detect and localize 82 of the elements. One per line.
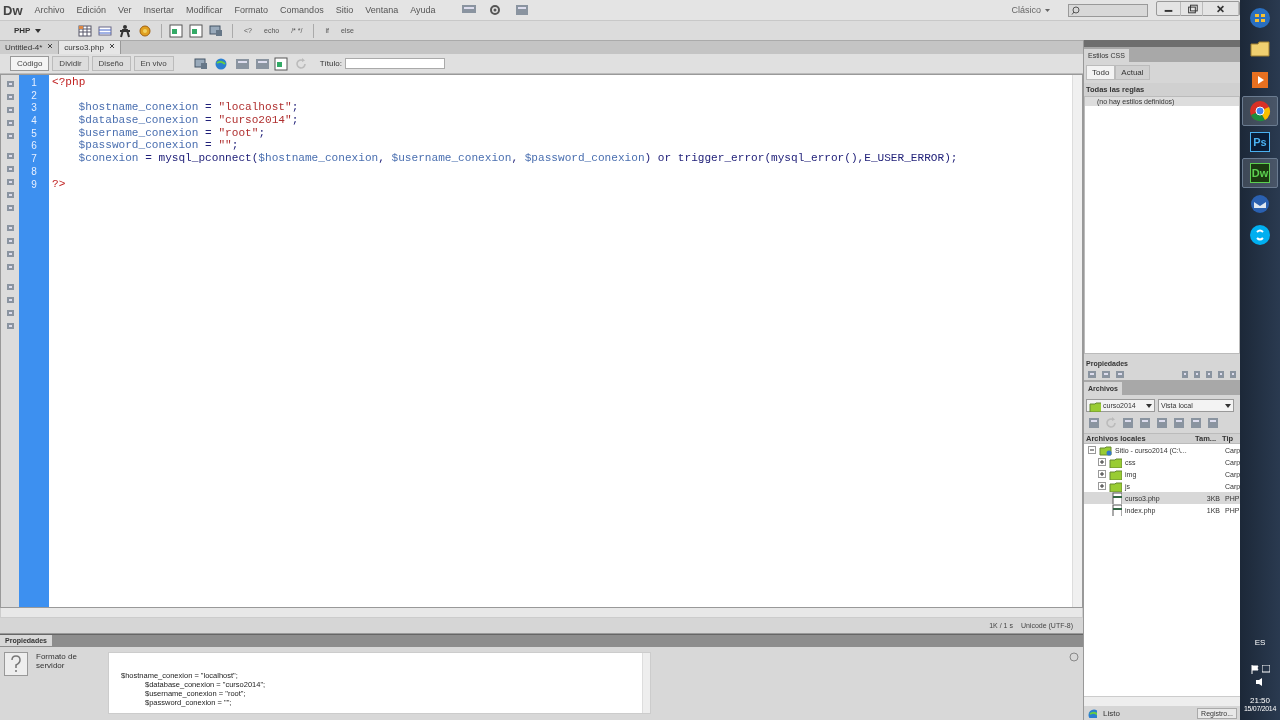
- app-logo: Dw: [3, 2, 23, 18]
- code-line: <?php: [52, 76, 86, 89]
- menu-item[interactable]: Archivo: [28, 5, 71, 15]
- line-number: 1: [30, 77, 38, 90]
- menu-item[interactable]: Sitio: [329, 5, 360, 15]
- code-line: $hostname_conexion = "localhost";: [77, 101, 299, 115]
- status-text: Listo: [1103, 708, 1120, 718]
- search-icon: [1071, 5, 1080, 15]
- window-icon[interactable]: [189, 23, 205, 38]
- help-button[interactable]: [4, 652, 28, 676]
- view-button[interactable]: Dividir: [52, 56, 89, 71]
- view-button[interactable]: Código: [10, 56, 50, 71]
- folder-icon: [1089, 399, 1101, 412]
- caret-icon: [1225, 403, 1231, 408]
- site-folder-icon: [1099, 444, 1112, 456]
- format-label: Formato de servidor: [36, 652, 78, 672]
- menu-item[interactable]: Insertar: [137, 5, 181, 15]
- close-icon[interactable]: [47, 43, 54, 49]
- category-dropdown[interactable]: PHP: [14, 26, 74, 35]
- start-icon[interactable]: [1249, 7, 1271, 29]
- title-field[interactable]: [344, 58, 445, 69]
- file-icon: [1110, 492, 1122, 504]
- monitor-icon[interactable]: [209, 23, 225, 38]
- dreamweaver-icon[interactable]: Dw: [1250, 163, 1270, 183]
- line-number: 6: [30, 140, 38, 154]
- volume-icon[interactable]: [1255, 678, 1265, 686]
- code-line: $password_conexion = "";: [77, 139, 239, 153]
- menu-item[interactable]: Edición: [70, 5, 113, 15]
- refresh-icon[interactable]: [1104, 416, 1118, 430]
- document-tab[interactable]: curso3.php: [59, 41, 121, 54]
- folder-icon: [1109, 468, 1122, 480]
- clock-time: 21:50: [1250, 696, 1270, 705]
- code-line: $database_conexion = "curso2014";: [77, 114, 299, 127]
- file-icon: [1110, 504, 1122, 516]
- view-button[interactable]: Diseño: [91, 56, 131, 71]
- scrollbar[interactable]: [642, 653, 650, 713]
- table-icon[interactable]: [78, 23, 94, 38]
- folder-icon[interactable]: [1249, 38, 1271, 60]
- line-number: 5: [30, 127, 38, 141]
- scrollbar[interactable]: [1084, 696, 1240, 706]
- mail-icon[interactable]: [1249, 193, 1271, 215]
- collapse-icon[interactable]: [1088, 446, 1096, 454]
- menu-item[interactable]: Modificar: [180, 5, 229, 15]
- photoshop-icon[interactable]: Ps: [1250, 132, 1270, 152]
- view-button[interactable]: En vivo: [133, 56, 174, 71]
- caret-icon: [1045, 8, 1050, 12]
- line-number: 8: [30, 165, 38, 179]
- help-icon[interactable]: [1069, 652, 1079, 662]
- line-number: 3: [30, 102, 38, 116]
- folder-icon: [1109, 456, 1122, 468]
- scrollbar[interactable]: [0, 608, 1083, 618]
- line-number: 7: [30, 153, 38, 166]
- network-icon[interactable]: [1261, 665, 1270, 674]
- caret-icon: [35, 28, 42, 33]
- code-line: $username_conexion = "root";: [77, 126, 266, 140]
- close-icon[interactable]: [108, 43, 115, 49]
- document-tab[interactable]: Untitled-4*: [0, 41, 60, 54]
- media-icon[interactable]: [1249, 69, 1271, 91]
- menu-item[interactable]: Ventana: [359, 5, 405, 15]
- layout-icon[interactable]: [459, 3, 478, 15]
- menu-item[interactable]: Ayuda: [404, 5, 442, 15]
- flag-icon[interactable]: [1250, 665, 1259, 674]
- line-number: 2: [30, 89, 38, 103]
- mode-tab[interactable]: Todo: [1086, 65, 1116, 80]
- chrome-icon[interactable]: [1249, 100, 1271, 122]
- code-line: ?>: [52, 177, 66, 191]
- line-number: 9: [30, 178, 38, 192]
- language-indicator[interactable]: ES: [1254, 638, 1266, 647]
- caret-icon: [1146, 403, 1152, 408]
- skype-icon[interactable]: [1249, 224, 1271, 246]
- menu-item[interactable]: Formato: [228, 5, 275, 15]
- line-number: 4: [30, 115, 38, 128]
- search-field[interactable]: [1068, 3, 1148, 17]
- menu-item[interactable]: Comandos: [274, 5, 330, 15]
- title-label: Título:: [319, 59, 342, 68]
- menu-item[interactable]: Ver: [112, 5, 138, 15]
- status-icon: [1087, 708, 1097, 718]
- window-icon[interactable]: [169, 23, 185, 38]
- mode-tab[interactable]: Actual: [1115, 65, 1150, 80]
- code-line: $conexion = mysql_pconnect($hostname_conexion, $username_conexion, $password_conexion) or trigger_error(mysql_error(),E_USER_ERROR);: [77, 152, 958, 165]
- scrollbar[interactable]: [1072, 75, 1082, 607]
- workspace-switcher[interactable]: Clásico: [1011, 5, 1050, 15]
